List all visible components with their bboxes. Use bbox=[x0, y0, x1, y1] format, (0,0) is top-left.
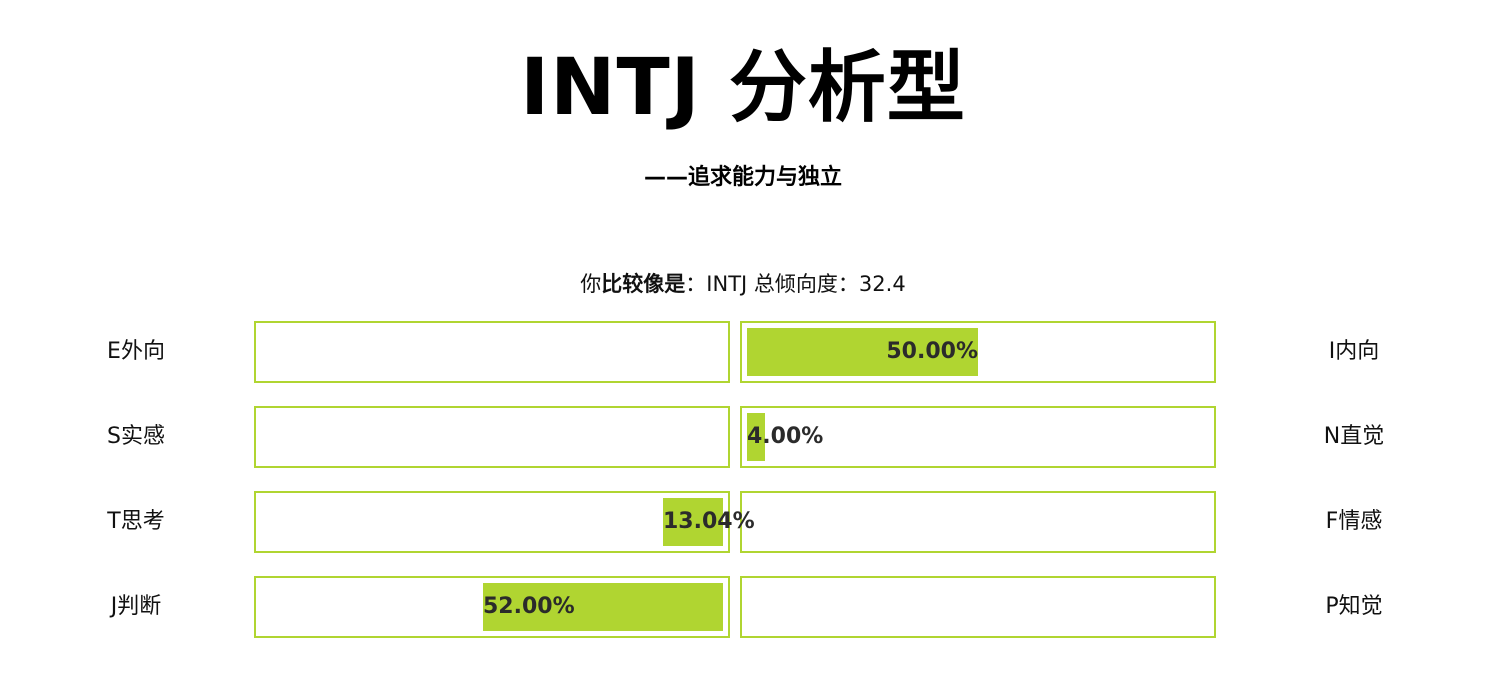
summary-emphasis: 比较像是 bbox=[601, 272, 686, 296]
dimension-row-jp: J判断 52.00% P知觉 bbox=[0, 576, 1486, 638]
dimension-left-track bbox=[254, 406, 730, 468]
dimension-left-track: 52.00% bbox=[254, 576, 730, 638]
dimension-left-label: S实感 bbox=[107, 424, 165, 449]
summary-total-value: 32.4 bbox=[858, 272, 906, 296]
summary-total-label: 总倾向度： bbox=[747, 272, 859, 296]
dimension-percent-label: 4.00% bbox=[747, 424, 824, 449]
dimension-right-label: F情感 bbox=[1325, 509, 1383, 534]
dimension-left-track bbox=[254, 321, 730, 383]
dimension-right-label: N直觉 bbox=[1323, 424, 1385, 449]
dimension-left-label: J判断 bbox=[110, 594, 162, 619]
dimension-right-label: P知觉 bbox=[1325, 594, 1383, 619]
dimension-right-track bbox=[740, 491, 1216, 553]
summary-prefix: 你 bbox=[580, 272, 602, 296]
dimension-percent-label: 52.00% bbox=[483, 594, 575, 619]
dimension-right-track: 4.00% bbox=[740, 406, 1216, 468]
dimension-right-label: I内向 bbox=[1328, 339, 1380, 364]
result-summary: 你比较像是：INTJ 总倾向度：32.4 bbox=[0, 268, 1486, 300]
page-subtitle: ——追求能力与独立 bbox=[643, 165, 842, 190]
dimension-right-track bbox=[740, 576, 1216, 638]
dimension-left-track: 13.04% bbox=[254, 491, 755, 553]
dimension-right-track: 50.00% bbox=[740, 321, 1216, 383]
dimension-row-sn: S实感 4.00% N直觉 bbox=[0, 406, 1486, 468]
dimension-left-label: T思考 bbox=[107, 509, 165, 534]
summary-colon: ： bbox=[685, 272, 707, 296]
page-title: INTJ 分析型 bbox=[520, 43, 966, 133]
dimension-left-label: E外向 bbox=[107, 339, 165, 364]
summary-type: INTJ bbox=[706, 272, 748, 296]
dimension-percent-label: 13.04% bbox=[663, 509, 755, 534]
dimension-row-ei: E外向 50.00% I内向 bbox=[0, 321, 1486, 383]
dimension-row-tf: T思考 13.04% F情感 bbox=[0, 491, 1486, 553]
dimension-percent-label: 50.00% bbox=[886, 339, 978, 364]
